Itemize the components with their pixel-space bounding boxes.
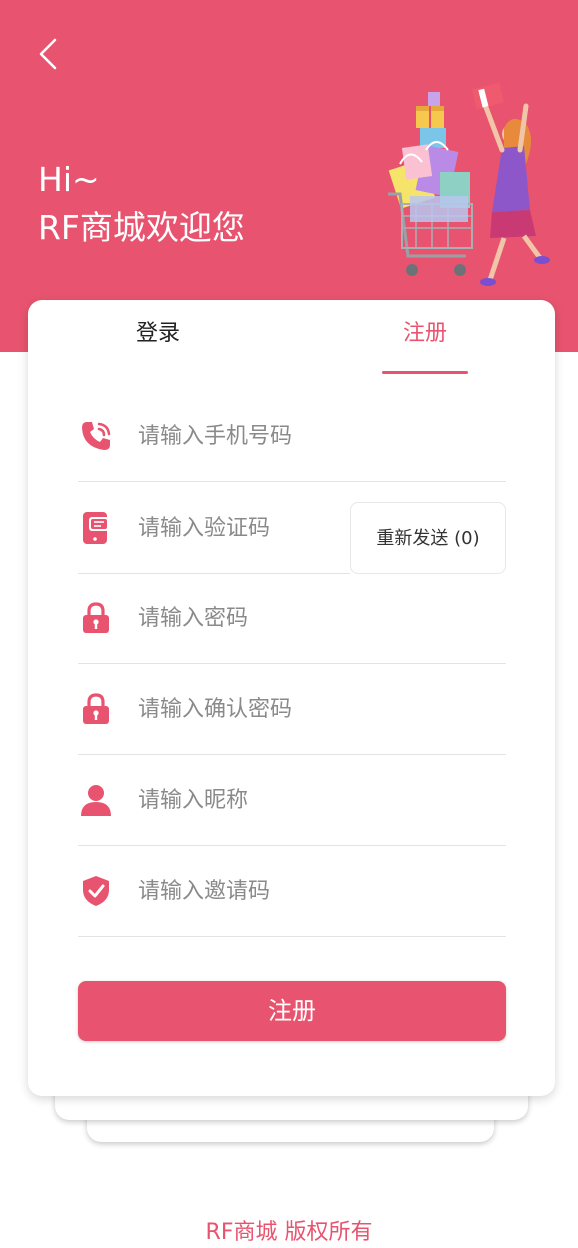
copyright-text: RF商城 版权所有 xyxy=(205,1220,373,1245)
lock-icon xyxy=(78,691,114,727)
active-tab-indicator xyxy=(382,371,468,374)
verification-code-input[interactable] xyxy=(138,507,338,549)
phone-icon xyxy=(78,418,114,454)
lock-icon xyxy=(78,600,114,636)
user-icon xyxy=(78,782,114,818)
verification-code-field xyxy=(78,483,350,574)
invite-code-field xyxy=(78,846,506,937)
confirm-password-input[interactable] xyxy=(138,688,498,730)
invite-code-input[interactable] xyxy=(138,870,498,912)
welcome-title: RF商城欢迎您 xyxy=(38,208,245,247)
confirm-password-field xyxy=(78,664,506,755)
tab-login[interactable]: 登录 xyxy=(110,316,206,352)
phone-field xyxy=(78,391,506,482)
register-submit-button[interactable]: 注册 xyxy=(78,981,506,1041)
nickname-field xyxy=(78,755,506,846)
password-input[interactable] xyxy=(138,597,498,639)
tab-register[interactable]: 注册 xyxy=(382,316,468,352)
phone-input[interactable] xyxy=(138,415,498,457)
nickname-input[interactable] xyxy=(138,779,498,821)
resend-code-button[interactable]: 重新发送 (0) xyxy=(350,502,506,574)
greeting-text: Hi~ xyxy=(38,160,100,199)
shopping-illustration xyxy=(388,82,550,286)
back-button[interactable] xyxy=(30,34,66,74)
sms-phone-icon xyxy=(78,510,114,546)
password-field xyxy=(78,573,506,664)
shield-check-icon xyxy=(78,873,114,909)
chevron-left-icon xyxy=(39,38,57,70)
